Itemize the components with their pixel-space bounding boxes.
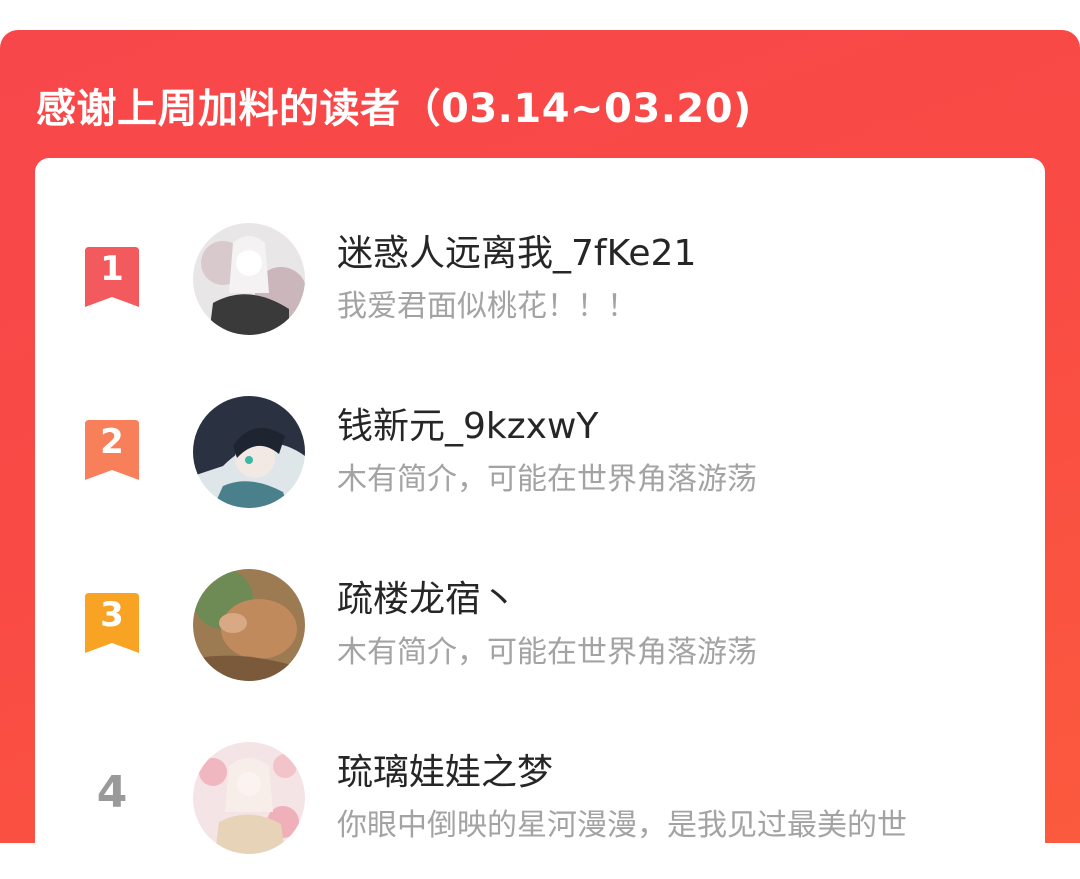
rank-number: 4 bbox=[96, 767, 128, 818]
reader-bio: 木有简介，可能在世界角落游荡 bbox=[337, 635, 757, 670]
avatar[interactable] bbox=[193, 396, 305, 508]
reader-name[interactable]: 琉璃娃娃之梦 bbox=[337, 743, 553, 795]
supporters-list: 1 迷惑人远离我_7fKe21 我爱君面似桃花！！！ 2 钱新元_9kzxwY … bbox=[35, 158, 1045, 878]
list-item[interactable]: 4 琉璃娃娃之梦 你眼中倒映的星河漫漫，是我见过最美的世 bbox=[35, 729, 1045, 879]
rank-number: 3 bbox=[100, 595, 124, 635]
avatar[interactable] bbox=[193, 223, 305, 335]
reader-name[interactable]: 疏楼龙宿丶 bbox=[337, 570, 517, 622]
reader-bio: 木有简介，可能在世界角落游荡 bbox=[337, 462, 757, 497]
weekly-supporters-panel: 感谢上周加料的读者（03.14~03.20) 1 迷惑人远离我_7fKe21 我… bbox=[0, 30, 1080, 878]
rank-number: 1 bbox=[100, 249, 124, 289]
reader-name[interactable]: 迷惑人远离我_7fKe21 bbox=[337, 224, 696, 276]
rank-number: 2 bbox=[100, 422, 124, 462]
list-item[interactable]: 2 钱新元_9kzxwY 木有简介，可能在世界角落游荡 bbox=[35, 383, 1045, 533]
reader-name[interactable]: 钱新元_9kzxwY bbox=[337, 397, 598, 449]
avatar[interactable] bbox=[193, 569, 305, 681]
rank-ribbon-icon: 3 bbox=[83, 593, 141, 653]
rank-ribbon-icon: 2 bbox=[83, 420, 141, 480]
avatar[interactable] bbox=[193, 742, 305, 854]
panel-title: 感谢上周加料的读者（03.14~03.20) bbox=[36, 86, 752, 132]
top-status-strip bbox=[0, 0, 1080, 30]
list-item[interactable]: 1 迷惑人远离我_7fKe21 我爱君面似桃花！！！ bbox=[35, 210, 1045, 360]
list-item[interactable]: 3 疏楼龙宿丶 木有简介，可能在世界角落游荡 bbox=[35, 556, 1045, 706]
reader-bio: 我爱君面似桃花！！！ bbox=[337, 289, 637, 324]
reader-bio: 你眼中倒映的星河漫漫，是我见过最美的世 bbox=[337, 808, 907, 843]
rank-ribbon-icon: 1 bbox=[83, 247, 141, 307]
